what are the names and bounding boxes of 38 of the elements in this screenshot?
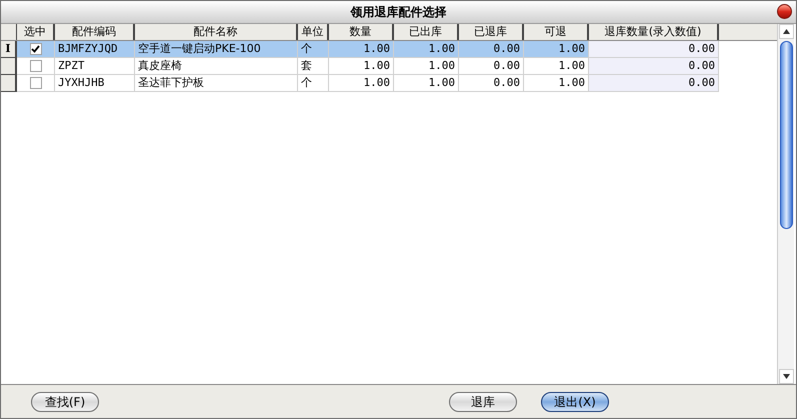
table-row[interactable]: BJMFZYJQD 空手道一键启动PKE-100 个 1.00 1.00 0.00 1.00 0.00 bbox=[17, 41, 719, 58]
checkbox[interactable] bbox=[30, 77, 42, 89]
return-button[interactable]: 退库 bbox=[449, 392, 517, 412]
table-cell: 空手道一键启动PKE-100 bbox=[135, 41, 298, 57]
close-icon[interactable] bbox=[777, 4, 792, 19]
checkbox[interactable] bbox=[30, 60, 42, 72]
table-cell: 套 bbox=[298, 58, 329, 74]
table-cell: 个 bbox=[298, 75, 329, 91]
find-button[interactable]: 查找(F) bbox=[31, 392, 99, 412]
table-cell: JYXHJHB bbox=[55, 75, 135, 91]
table-cell: 1.00 bbox=[329, 58, 394, 74]
table-cell: 1.00 bbox=[329, 41, 394, 57]
exit-button[interactable]: 退出(X) bbox=[541, 392, 609, 412]
table-cell: 0.00 bbox=[589, 58, 719, 74]
table-cell: BJMFZYJQD bbox=[55, 41, 135, 57]
window-title: 领用退库配件选择 bbox=[350, 4, 446, 21]
table-cell: 1.00 bbox=[394, 58, 459, 74]
check-icon bbox=[31, 45, 40, 53]
table-cell: 真皮座椅 bbox=[135, 58, 298, 74]
table-cell: 0.00 bbox=[459, 75, 524, 91]
scroll-up-icon[interactable] bbox=[778, 24, 794, 39]
scroll-thumb[interactable] bbox=[780, 41, 792, 229]
scroll-down-icon[interactable] bbox=[778, 369, 794, 384]
table-cell: 圣达菲下护板 bbox=[135, 75, 298, 91]
table-cell: 0.00 bbox=[459, 58, 524, 74]
table-cell: ZPZT bbox=[55, 58, 135, 74]
table-cell: 1.00 bbox=[394, 41, 459, 57]
table-cell: 1.00 bbox=[394, 75, 459, 91]
table-row[interactable]: JYXHJHB 圣达菲下护板 个 1.00 1.00 0.00 1.00 0.00 bbox=[17, 75, 719, 92]
table-cell: 0.00 bbox=[589, 41, 719, 57]
table-row[interactable]: ZPZT 真皮座椅 套 1.00 1.00 0.00 1.00 0.00 bbox=[17, 58, 719, 75]
checkbox[interactable] bbox=[30, 43, 42, 55]
table-cell: 个 bbox=[298, 41, 329, 57]
table-cell: 0.00 bbox=[589, 75, 719, 91]
scrollbar[interactable] bbox=[777, 24, 794, 384]
table-cell: 1.00 bbox=[329, 75, 394, 91]
table-cell: 0.00 bbox=[459, 41, 524, 57]
row-cursor: I bbox=[5, 41, 11, 57]
